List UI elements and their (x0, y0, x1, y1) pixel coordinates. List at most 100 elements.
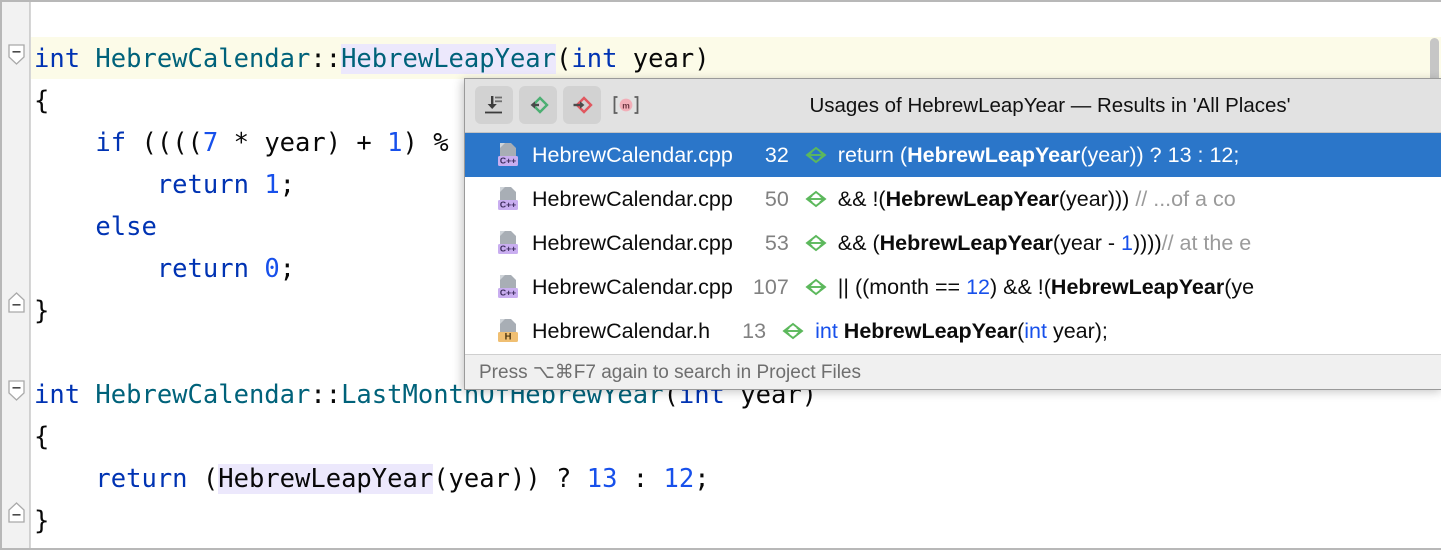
usage-code-snippet: && (HebrewLeapYear(year - 1))))// at the… (838, 231, 1251, 256)
svg-text:C++: C++ (500, 288, 516, 298)
usage-code-snippet: || ((month == 12) && !(HebrewLeapYear(ye (838, 275, 1254, 300)
usage-result-row[interactable]: C++ HebrewCalendar.cpp 50 && !(HebrewLeapYe… (465, 177, 1441, 221)
usage-file-name: HebrewCalendar.h (532, 319, 710, 344)
usage-read-write-icon (803, 233, 829, 253)
fold-end-icon-1[interactable] (8, 292, 25, 313)
code-token: { (34, 422, 49, 452)
usage-code-snippet: int HebrewLeapYear(int year); (815, 319, 1108, 344)
code-token (34, 128, 95, 158)
code-token: { (34, 86, 49, 116)
line-open-brace-2: { (34, 416, 49, 458)
fold-collapse-icon-1[interactable] (8, 44, 25, 65)
code-token (34, 464, 95, 494)
usage-result-row[interactable]: C++HebrewCalendar.cpp53&& (HebrewLeapYea… (465, 221, 1441, 265)
code-token: ; (280, 254, 295, 284)
code-token: return (157, 170, 249, 200)
usages-popup-title: Usages of HebrewLeapYear — Results in 'A… (465, 79, 1441, 132)
code-token: 13 (587, 464, 618, 494)
snippet-token: HebrewLeapYear (880, 231, 1053, 255)
code-token: :: (310, 44, 341, 74)
code-token: 12 (664, 464, 695, 494)
code-token: 1 (264, 170, 279, 200)
snippet-token: // at the e (1162, 231, 1252, 255)
code-token: (((( (126, 128, 203, 158)
snippet-token: (year))) (1059, 187, 1129, 211)
line-else: else (34, 206, 157, 248)
code-token: HebrewLeapYear (341, 44, 556, 74)
code-token: 7 (203, 128, 218, 158)
line-return-ternary: return (HebrewLeapYear(year)) ? 13 : 12; (34, 458, 710, 500)
usage-read-write-icon (803, 145, 829, 165)
code-token: year) (617, 44, 709, 74)
line-signature-1: int HebrewCalendar::HebrewLeapYear(int y… (34, 38, 710, 80)
usage-read-write-icon (803, 277, 829, 297)
snippet-token: ; (1233, 143, 1239, 167)
snippet-token: // ...of a co (1129, 187, 1235, 211)
usage-file-name: HebrewCalendar.cpp (532, 275, 733, 300)
usage-result-row[interactable]: C++ HebrewCalendar.cpp 32 return (HebrewLea… (465, 133, 1441, 177)
snippet-token: return ( (838, 143, 907, 167)
snippet-token: (ye (1224, 275, 1254, 299)
usage-file-name: HebrewCalendar.cpp (532, 231, 733, 256)
usage-line-number: 32 (743, 143, 789, 168)
usage-code-snippet: return (HebrewLeapYear(year)) ? 13 : 12; (838, 143, 1240, 168)
snippet-token: HebrewLeapYear (1051, 275, 1224, 299)
snippet-token: HebrewLeapYear (844, 319, 1017, 343)
code-token: int (34, 380, 80, 410)
usage-file-name: HebrewCalendar.cpp (532, 187, 733, 212)
code-token: HebrewLeapYear (218, 464, 433, 494)
usages-popup[interactable]: m Usages of HebrewLeapYear — Results in … (464, 78, 1441, 390)
code-token: int (34, 44, 80, 74)
fold-end-icon-2[interactable] (8, 502, 25, 523)
snippet-token: 12 (1209, 143, 1233, 167)
cpp-file-icon: C++ (496, 142, 520, 168)
code-token: } (34, 296, 49, 326)
snippet-token: 1 (1121, 231, 1133, 255)
line-if: if ((((7 * year) + 1) % (34, 122, 449, 164)
snippet-token: )))) (1133, 231, 1162, 255)
snippet-token: int (1024, 319, 1047, 343)
code-token: ( (188, 464, 219, 494)
code-token: return (95, 464, 187, 494)
line-return-0: return 0; (34, 248, 295, 290)
code-token (34, 170, 157, 200)
code-token: :: (310, 380, 341, 410)
usage-result-row[interactable]: C++ HebrewCalendar.cpp 107 || ((month == 12… (465, 265, 1441, 309)
snippet-token: || ((month == (838, 275, 966, 299)
fold-collapse-icon-2[interactable] (8, 380, 25, 401)
snippet-token: 13 (1168, 143, 1192, 167)
code-token: ; (694, 464, 709, 494)
code-token: 1 (387, 128, 402, 158)
gutter-divider (29, 2, 30, 548)
code-token: 0 (264, 254, 279, 284)
snippet-token: int (815, 319, 838, 343)
usage-line-number: 50 (743, 187, 789, 212)
usages-results-list[interactable]: C++HebrewCalendar.cpp32return (HebrewLea… (465, 133, 1441, 355)
snippet-token: HebrewLeapYear (907, 143, 1080, 167)
svg-text:H: H (505, 332, 512, 343)
editor-gutter[interactable] (2, 2, 31, 548)
cpp-file-icon: C++ (496, 274, 520, 300)
snippet-token: (year)) ? (1080, 143, 1167, 167)
code-token: HebrewCalendar (95, 44, 310, 74)
ide-window: int HebrewCalendar::HebrewLeapYear(int y… (0, 0, 1441, 550)
usage-code-snippet: && !(HebrewLeapYear(year))) // ...of a c… (838, 187, 1236, 212)
code-token: (year)) ? (433, 464, 587, 494)
code-token: return (157, 254, 249, 284)
svg-text:C++: C++ (500, 200, 516, 210)
snippet-token: ) && !( (990, 275, 1051, 299)
snippet-token: HebrewLeapYear (886, 187, 1059, 211)
usage-line-number: 107 (743, 275, 789, 300)
code-token: ) % (403, 128, 449, 158)
code-token (80, 44, 95, 74)
usage-line-number: 13 (720, 319, 766, 344)
usage-result-row[interactable]: H HebrewCalendar.h 13 int HebrewLeapYear(in… (465, 309, 1441, 353)
code-token: * year) + (218, 128, 387, 158)
snippet-token: (year - (1053, 231, 1121, 255)
cpp-file-icon: C++ (496, 186, 520, 212)
usage-read-write-icon (780, 321, 806, 341)
cpp-file-icon: C++ (496, 230, 520, 256)
code-token: int (571, 44, 617, 74)
svg-text:C++: C++ (500, 244, 516, 254)
usage-file-name: HebrewCalendar.cpp (532, 143, 733, 168)
